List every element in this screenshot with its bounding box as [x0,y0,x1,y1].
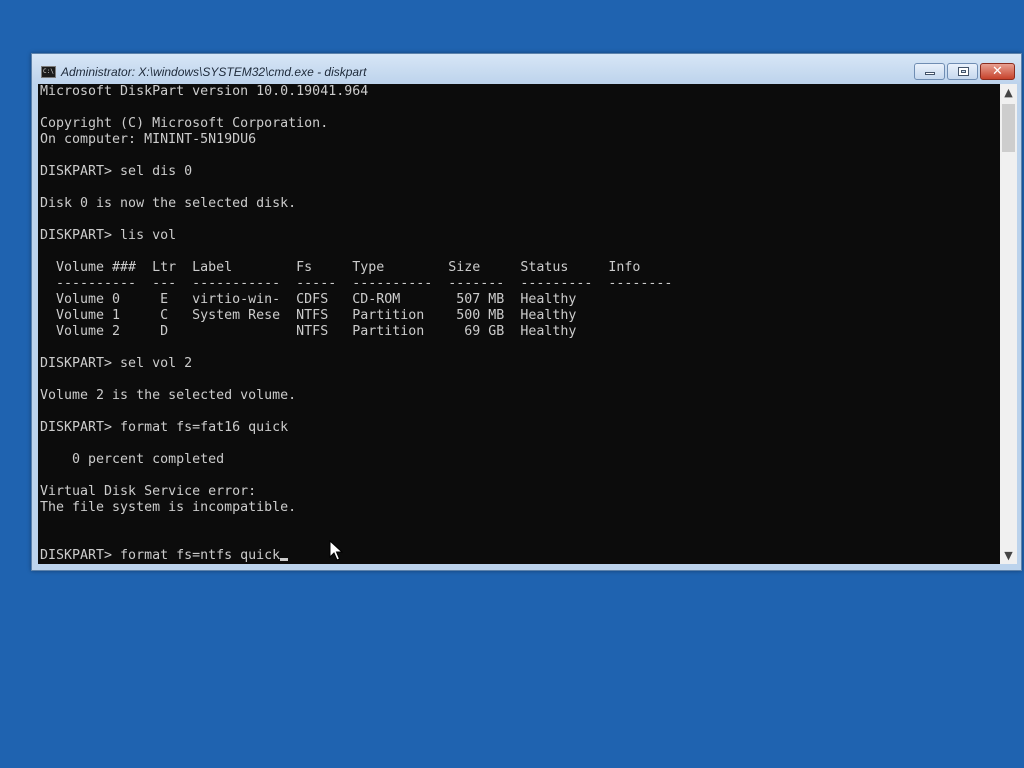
scroll-thumb[interactable] [1002,104,1015,152]
window-title: Administrator: X:\windows\SYSTEM32\cmd.e… [61,65,367,79]
title-bar[interactable]: C:\ Administrator: X:\windows\SYSTEM32\c… [32,54,1021,84]
maximize-icon [958,67,969,76]
console-line: DISKPART> format fs=fat16 quick [40,420,289,435]
mouse-pointer-icon [329,540,343,561]
console-line: DISKPART> sel dis 0 [40,164,193,179]
console-line: Volume 2 D NTFS Partition 69 GB Healthy [40,324,577,339]
console-text: Microsoft DiskPart version 10.0.19041.96… [38,84,1000,564]
console-line: Volume ### Ltr Label Fs Type Size Status… [40,260,641,275]
console-line: Disk 0 is now the selected disk. [40,196,297,211]
console-line: Virtual Disk Service error: [40,484,257,499]
minimize-icon [925,72,935,75]
scroll-up-icon[interactable]: ▲ [1000,84,1017,101]
close-button[interactable]: ✕ [980,63,1015,80]
console-line: DISKPART> sel vol 2 [40,356,193,371]
console-output[interactable]: Microsoft DiskPart version 10.0.19041.96… [38,84,1000,564]
maximize-button[interactable] [947,63,978,80]
console-line: 0 percent completed [40,452,225,467]
cmd-window[interactable]: C:\ Administrator: X:\windows\SYSTEM32\c… [31,53,1022,571]
console-line: Copyright (C) Microsoft Corporation. [40,116,329,131]
vertical-scrollbar[interactable]: ▲ ▼ [1000,84,1017,564]
minimize-button[interactable] [914,63,945,80]
console-line: Volume 1 C System Rese NTFS Partition 50… [40,308,577,323]
console-input-line[interactable]: DISKPART> format fs=ntfs quick [40,548,280,563]
console-line: Volume 2 is the selected volume. [40,388,297,403]
text-caret [280,558,289,561]
console-line: The file system is incompatible. [40,500,297,515]
console-line: Microsoft DiskPart version 10.0.19041.96… [40,84,369,99]
console-line: Volume 0 E virtio-win- CDFS CD-ROM 507 M… [40,292,577,307]
desktop-background: C:\ Administrator: X:\windows\SYSTEM32\c… [0,0,1024,768]
console-line: DISKPART> lis vol [40,228,177,243]
console-line: On computer: MININT-5N19DU6 [40,132,257,147]
scroll-down-icon[interactable]: ▼ [1000,547,1017,564]
cmd-icon: C:\ [41,66,56,78]
console-line: ---------- --- ----------- ----- -------… [40,276,673,291]
close-icon: ✕ [992,64,1003,79]
